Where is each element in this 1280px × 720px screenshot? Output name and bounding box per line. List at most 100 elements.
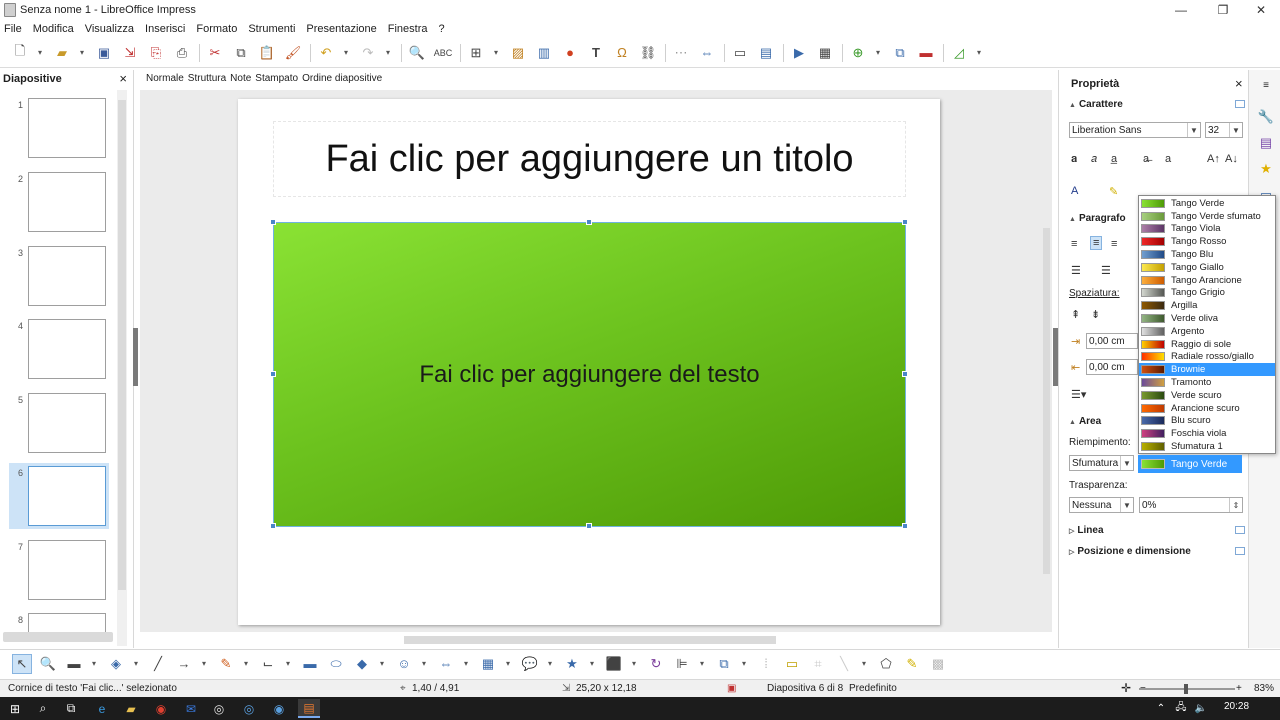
- block-arrows-icon[interactable]: ⇔: [436, 654, 456, 674]
- collapse-triangle-icon[interactable]: ▲: [1069, 102, 1076, 109]
- underline-icon[interactable]: a̲: [1111, 153, 1117, 165]
- table-dropdown-icon[interactable]: ▾: [492, 43, 500, 63]
- highlight-color-icon[interactable]: ✎: [1109, 185, 1118, 198]
- menu-modifica[interactable]: Modifica: [33, 23, 74, 35]
- tab-normale[interactable]: Normale: [146, 73, 184, 89]
- menu-presentazione[interactable]: Presentazione: [306, 23, 376, 35]
- gradient-option[interactable]: Raggio di sole: [1139, 338, 1275, 351]
- spelling-icon[interactable]: ABC: [433, 43, 453, 63]
- align-objects-icon[interactable]: ⊫: [672, 654, 692, 674]
- select-arrow-icon[interactable]: ↖: [12, 653, 32, 674]
- sidebar-menu-icon[interactable]: ≡: [1257, 76, 1275, 94]
- app-icon[interactable]: ◉: [268, 699, 290, 718]
- stars-icon[interactable]: ★: [562, 654, 582, 674]
- gradient-dropdown-list[interactable]: Tango Verde Tango Verde sfumato Tango Viol…: [1138, 195, 1276, 454]
- slide-preview[interactable]: [28, 246, 106, 306]
- delete-slide-icon[interactable]: ▬: [916, 43, 936, 63]
- numbering-icon[interactable]: ☰: [1101, 264, 1111, 277]
- transparency-percent-field[interactable]: 0% ⇕: [1139, 497, 1243, 513]
- gradient-option[interactable]: Radiale rosso/giallo: [1139, 351, 1275, 364]
- section-paragrafo[interactable]: ▲ Paragrafo: [1069, 213, 1126, 224]
- animation-star-icon[interactable]: ★: [1257, 160, 1275, 178]
- resize-handle[interactable]: [586, 219, 592, 225]
- gradient-select[interactable]: Tango Verde: [1138, 455, 1242, 473]
- slide-thumbnail[interactable]: 8: [0, 613, 116, 633]
- line-color-icon[interactable]: ▬: [64, 654, 84, 674]
- export-icon[interactable]: ⇲: [120, 43, 140, 63]
- gradient-option[interactable]: Argilla: [1139, 299, 1275, 312]
- arrange-dropdown-icon[interactable]: ▾: [740, 654, 748, 674]
- align-left-icon[interactable]: ≡: [1071, 238, 1077, 250]
- gradient-option[interactable]: Tramonto: [1139, 376, 1275, 389]
- system-tray-icons[interactable]: ⌃: [1150, 699, 1172, 718]
- resize-handle[interactable]: [270, 219, 276, 225]
- font-size-combobox[interactable]: 32 ▼: [1205, 122, 1243, 138]
- volume-icon[interactable]: 🔈: [1190, 699, 1212, 718]
- minimize-icon[interactable]: —: [1164, 0, 1198, 20]
- increase-spacing-icon[interactable]: ⇞: [1071, 308, 1080, 321]
- line-arrow-icon[interactable]: →: [174, 654, 194, 674]
- gradient-option[interactable]: Tango Viola: [1139, 223, 1275, 236]
- section-area[interactable]: ▲ Area: [1069, 416, 1101, 427]
- helplines-icon[interactable]: ⇔: [697, 43, 717, 63]
- collapse-triangle-icon[interactable]: ▲: [1069, 216, 1076, 223]
- slide-canvas[interactable]: Fai clic per aggiungere un titolo Fai cl…: [140, 90, 1052, 632]
- master-slides-icon[interactable]: ▤: [1257, 134, 1275, 152]
- resize-handle[interactable]: [270, 371, 276, 377]
- gradient-option[interactable]: Verde oliva: [1139, 312, 1275, 325]
- arrange-icon[interactable]: ⧉: [714, 654, 734, 674]
- restore-icon[interactable]: ❐: [1206, 0, 1240, 20]
- gradient-option[interactable]: Tango Giallo: [1139, 261, 1275, 274]
- slide-thumbnail-selected[interactable]: 6: [9, 463, 109, 529]
- slide-thumbnail[interactable]: 3: [0, 246, 116, 312]
- resize-handle[interactable]: [270, 523, 276, 529]
- menu-visualizza[interactable]: Visualizza: [85, 23, 134, 35]
- open-folder-icon[interactable]: ▰: [52, 43, 72, 63]
- gradient-option[interactable]: Tango Arancione: [1139, 274, 1275, 287]
- zoom-pan-icon[interactable]: 🔍: [38, 654, 58, 674]
- open-dropdown-icon[interactable]: ▾: [78, 43, 86, 63]
- slide-preview[interactable]: [28, 98, 106, 158]
- expand-triangle-icon[interactable]: ▷: [1069, 549, 1074, 556]
- windows-start-icon[interactable]: ⊞: [4, 699, 26, 718]
- curve-icon[interactable]: ✎: [216, 654, 236, 674]
- resize-handle[interactable]: [902, 523, 908, 529]
- file-explorer-icon[interactable]: ▰: [120, 699, 142, 718]
- gradient-option[interactable]: Tango Rosso: [1139, 235, 1275, 248]
- font-name-combobox[interactable]: Liberation Sans ▼: [1069, 122, 1201, 138]
- symbol-shapes-dropdown-icon[interactable]: ▾: [420, 654, 428, 674]
- tab-struttura[interactable]: Struttura: [188, 73, 226, 89]
- menu-inserisci[interactable]: Inserisci: [145, 23, 185, 35]
- slide-preview[interactable]: [28, 540, 106, 600]
- gradient-option[interactable]: Arancione scuro: [1139, 402, 1275, 415]
- redo-dropdown-icon[interactable]: ▾: [384, 43, 392, 63]
- block-arrows-dropdown-icon[interactable]: ▾: [462, 654, 470, 674]
- chart-icon[interactable]: ▥: [534, 43, 554, 63]
- libreoffice-impress-taskbar-icon[interactable]: ▤: [298, 699, 320, 718]
- slide-panel-scrollbar[interactable]: [117, 90, 127, 646]
- stars-dropdown-icon[interactable]: ▾: [588, 654, 596, 674]
- indent-before-field[interactable]: 0,00 cm: [1086, 333, 1138, 349]
- font-color-icon[interactable]: A: [1071, 185, 1078, 197]
- search-icon[interactable]: ⌕: [32, 699, 54, 718]
- undo-dropdown-icon[interactable]: ▾: [342, 43, 350, 63]
- connector-dropdown-icon[interactable]: ▾: [284, 654, 292, 674]
- grow-font-icon[interactable]: A↑: [1207, 153, 1220, 165]
- grid-icon[interactable]: ⋯: [671, 43, 691, 63]
- line-color-dropdown-icon[interactable]: ▾: [90, 654, 98, 674]
- scrollbar-thumb[interactable]: [118, 100, 126, 590]
- task-view-icon[interactable]: ⧉: [60, 699, 82, 718]
- slide-thumbnail[interactable]: 7: [0, 540, 116, 606]
- fill-color-icon[interactable]: ◈: [106, 654, 126, 674]
- canvas-vertical-scrollbar[interactable]: [1040, 70, 1052, 636]
- title-placeholder[interactable]: Fai clic per aggiungere un titolo: [273, 121, 906, 197]
- slide-thumbnail[interactable]: 4: [0, 319, 116, 385]
- menu-strumenti[interactable]: Strumenti: [248, 23, 295, 35]
- zoom-in-button[interactable]: +: [1236, 683, 1242, 694]
- menu-file[interactable]: File: [4, 23, 22, 35]
- shrink-font-icon[interactable]: A↓: [1225, 153, 1238, 165]
- fontwork-icon[interactable]: ●: [560, 43, 580, 63]
- connector-icon[interactable]: ⌙: [258, 654, 278, 674]
- toggle-extrusion-icon[interactable]: ▩: [928, 654, 948, 674]
- shadow-toggle-icon[interactable]: ▭: [782, 654, 802, 674]
